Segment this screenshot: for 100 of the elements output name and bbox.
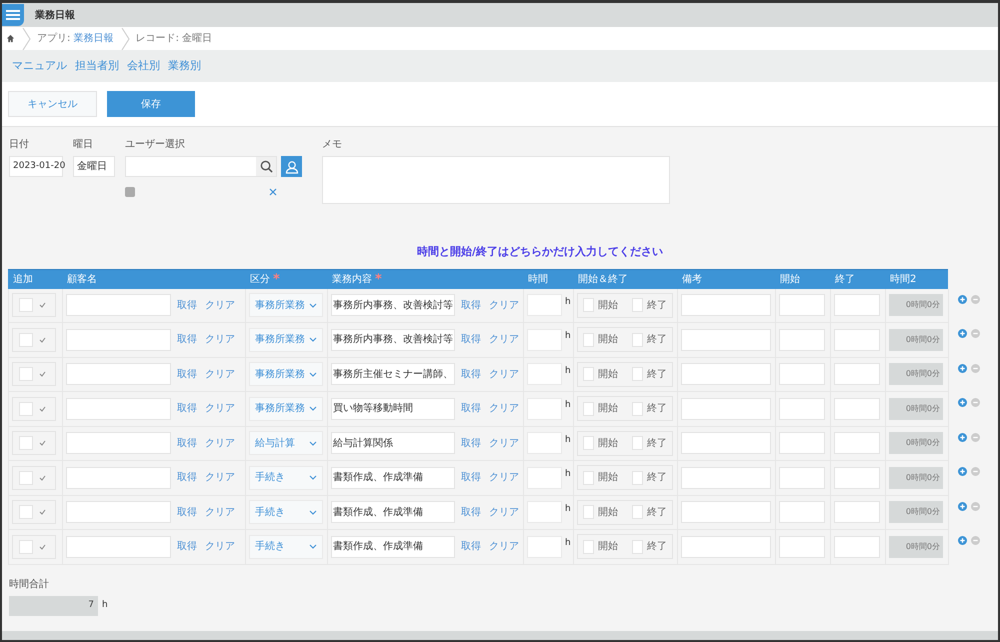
user-picker-button[interactable] xyxy=(281,156,302,177)
nav-link[interactable]: 業務別 xyxy=(168,58,201,74)
end-time-field[interactable] xyxy=(834,432,880,454)
cancel-button[interactable]: キャンセル xyxy=(8,91,97,117)
remarks-field[interactable] xyxy=(681,536,771,558)
remarks-field[interactable] xyxy=(681,294,771,316)
remove-row-icon[interactable] xyxy=(971,329,980,338)
remove-row-icon[interactable] xyxy=(971,398,980,407)
clear-link[interactable]: クリア xyxy=(205,298,235,313)
start-time-field[interactable] xyxy=(779,466,825,489)
remove-row-icon[interactable] xyxy=(971,467,980,476)
get-link[interactable]: 取得 xyxy=(461,436,481,451)
checkbox[interactable] xyxy=(632,540,643,554)
clear-link[interactable]: クリア xyxy=(205,539,235,554)
checkbox[interactable] xyxy=(19,332,33,347)
customer-field[interactable] xyxy=(66,536,171,558)
checkbox[interactable] xyxy=(583,298,594,312)
category-select[interactable]: 事務所業務 xyxy=(249,328,323,352)
add-row-icon[interactable] xyxy=(958,467,967,476)
nav-link[interactable]: マニュアル xyxy=(12,58,67,74)
memo-field[interactable] xyxy=(322,156,670,204)
get-link[interactable]: 取得 xyxy=(177,470,197,486)
category-select[interactable]: 給与計算 xyxy=(249,431,323,456)
clear-link[interactable]: クリア xyxy=(489,366,519,382)
end-time-field[interactable] xyxy=(834,294,880,316)
start-time-field[interactable] xyxy=(779,294,825,316)
clear-link[interactable]: クリア xyxy=(205,366,235,382)
remove-row-icon[interactable] xyxy=(971,294,980,304)
remarks-field[interactable] xyxy=(681,363,771,386)
search-icon[interactable] xyxy=(256,157,276,176)
end-time-field[interactable] xyxy=(834,328,880,351)
checkbox[interactable] xyxy=(583,436,594,450)
category-select[interactable]: 手続き xyxy=(249,466,323,490)
start-time-field[interactable] xyxy=(779,398,825,420)
save-button[interactable]: 保存 xyxy=(107,91,195,117)
task-field[interactable]: 事務所主催セミナー講師、 xyxy=(331,363,455,386)
remove-row-icon[interactable] xyxy=(971,432,980,442)
checkbox[interactable] xyxy=(19,470,33,485)
checkbox[interactable] xyxy=(583,367,594,382)
clear-link[interactable]: クリア xyxy=(489,436,519,451)
clear-link[interactable]: クリア xyxy=(489,298,519,313)
breadcrumb-item[interactable]: アプリ: 業務日報 xyxy=(37,31,114,46)
checkbox[interactable] xyxy=(583,540,594,554)
close-icon[interactable] xyxy=(269,188,277,196)
checkbox[interactable] xyxy=(632,436,643,450)
checkbox[interactable] xyxy=(632,402,643,416)
get-link[interactable]: 取得 xyxy=(461,539,481,554)
get-link[interactable]: 取得 xyxy=(177,366,197,382)
date-field[interactable]: 2023-01-20 xyxy=(9,156,63,177)
start-time-field[interactable] xyxy=(779,328,825,351)
checkbox[interactable] xyxy=(19,505,33,520)
clear-link[interactable]: クリア xyxy=(205,504,235,520)
customer-field[interactable] xyxy=(66,501,171,524)
add-row-icon[interactable] xyxy=(958,502,967,510)
task-field[interactable]: 書類作成、作成準備 xyxy=(331,501,455,524)
start-time-field[interactable] xyxy=(779,536,825,558)
add-row-icon[interactable] xyxy=(958,329,967,338)
clear-link[interactable]: クリア xyxy=(489,539,519,554)
clear-link[interactable]: クリア xyxy=(489,401,519,416)
get-link[interactable]: 取得 xyxy=(177,539,197,554)
end-time-field[interactable] xyxy=(834,536,880,558)
checkbox[interactable] xyxy=(583,505,594,520)
remarks-field[interactable] xyxy=(681,501,771,524)
app-menu-icon[interactable] xyxy=(2,4,24,26)
customer-field[interactable] xyxy=(66,328,171,351)
checkbox[interactable] xyxy=(583,470,594,485)
category-select[interactable]: 事務所業務 xyxy=(249,362,323,386)
category-select[interactable]: 事務所業務 xyxy=(249,396,323,421)
add-row-icon[interactable] xyxy=(958,294,967,304)
start-time-field[interactable] xyxy=(779,501,825,524)
add-row-icon[interactable] xyxy=(958,432,967,442)
task-field[interactable]: 書類作成、作成準備 xyxy=(331,466,455,489)
nav-link[interactable]: 担当者別 xyxy=(75,58,119,74)
category-select[interactable]: 事務所業務 xyxy=(249,293,323,318)
clear-link[interactable]: クリア xyxy=(205,436,235,451)
user-search-field[interactable] xyxy=(125,156,277,177)
add-row-icon[interactable] xyxy=(958,536,967,545)
remove-row-icon[interactable] xyxy=(971,364,980,372)
start-time-field[interactable] xyxy=(779,432,825,454)
task-field[interactable]: 書類作成、作成準備 xyxy=(331,536,455,558)
end-time-field[interactable] xyxy=(834,398,880,420)
remove-row-icon[interactable] xyxy=(971,502,980,510)
checkbox[interactable] xyxy=(19,367,33,382)
get-link[interactable]: 取得 xyxy=(461,298,481,313)
checkbox[interactable] xyxy=(583,402,594,416)
get-link[interactable]: 取得 xyxy=(177,401,197,416)
category-select[interactable]: 手続き xyxy=(249,500,323,524)
remarks-field[interactable] xyxy=(681,328,771,351)
get-link[interactable]: 取得 xyxy=(461,504,481,520)
task-field[interactable]: 事務所内事務、改善検討等 xyxy=(331,328,455,351)
get-link[interactable]: 取得 xyxy=(177,436,197,451)
end-time-field[interactable] xyxy=(834,466,880,489)
task-field[interactable]: 事務所内事務、改善検討等 xyxy=(331,294,455,316)
checkbox[interactable] xyxy=(632,298,643,312)
checkbox[interactable] xyxy=(19,298,33,312)
get-link[interactable]: 取得 xyxy=(461,401,481,416)
end-time-field[interactable] xyxy=(834,363,880,386)
end-time-field[interactable] xyxy=(834,501,880,524)
get-link[interactable]: 取得 xyxy=(461,470,481,486)
checkbox[interactable] xyxy=(632,505,643,520)
